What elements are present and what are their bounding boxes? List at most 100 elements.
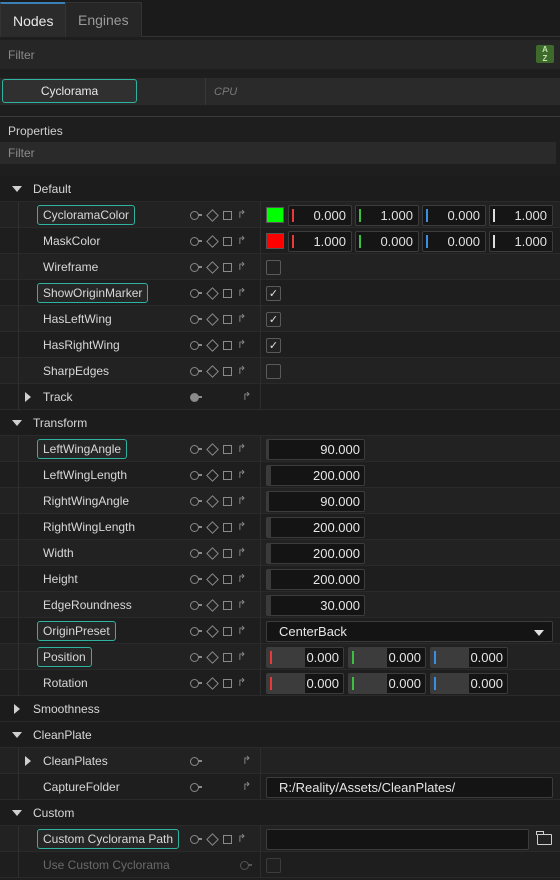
keyframe-icon[interactable] — [190, 444, 202, 454]
square-icon[interactable] — [223, 262, 232, 272]
keyframe-icon[interactable] — [190, 782, 202, 792]
position-x-field[interactable]: 0.000 — [266, 647, 344, 668]
diamond-icon[interactable] — [206, 650, 219, 664]
color-r-field[interactable]: 0.000 — [288, 205, 352, 226]
link-arrow-icon[interactable]: ↱ — [237, 495, 248, 506]
square-icon[interactable] — [223, 600, 232, 610]
group-default[interactable]: Default — [0, 176, 560, 202]
link-arrow-icon[interactable]: ↱ — [237, 287, 248, 298]
square-icon[interactable] — [223, 444, 232, 454]
height-field[interactable]: 200.000 — [266, 569, 365, 590]
link-arrow-icon[interactable]: ↱ — [242, 391, 253, 402]
square-icon[interactable] — [223, 210, 232, 220]
diamond-icon[interactable] — [206, 546, 219, 560]
right-wing-angle-field[interactable]: 90.000 — [266, 491, 365, 512]
color-a-field[interactable]: 1.000 — [489, 231, 553, 252]
link-arrow-icon[interactable]: ↱ — [237, 339, 248, 350]
link-arrow-icon[interactable]: ↱ — [242, 781, 253, 792]
group-cleanplate[interactable]: CleanPlate — [0, 722, 560, 748]
diamond-icon[interactable] — [206, 312, 219, 326]
keyframe-icon[interactable] — [190, 834, 202, 844]
link-arrow-icon[interactable]: ↱ — [237, 365, 248, 376]
diamond-icon[interactable] — [206, 286, 219, 300]
diamond-icon[interactable] — [206, 832, 219, 846]
link-arrow-icon[interactable]: ↱ — [237, 651, 248, 662]
keyframe-icon[interactable] — [190, 288, 202, 298]
position-z-field[interactable]: 0.000 — [430, 647, 508, 668]
link-arrow-icon[interactable]: ↱ — [237, 521, 248, 532]
diamond-icon[interactable] — [206, 468, 219, 482]
keyframe-icon[interactable] — [190, 626, 202, 636]
diamond-icon[interactable] — [206, 234, 219, 248]
keyframe-icon[interactable] — [190, 366, 202, 376]
link-arrow-icon[interactable]: ↱ — [237, 261, 248, 272]
diamond-icon[interactable] — [206, 598, 219, 612]
width-field[interactable]: 200.000 — [266, 543, 365, 564]
keyframe-icon[interactable] — [190, 470, 202, 480]
keyframe-icon[interactable] — [190, 548, 202, 558]
node-list-row[interactable]: Cyclorama CPU — [0, 78, 560, 105]
link-arrow-icon[interactable]: ↱ — [237, 209, 248, 220]
keyframe-icon[interactable] — [190, 210, 202, 220]
right-wing-length-field[interactable]: 200.000 — [266, 517, 365, 538]
keyframe-icon[interactable] — [190, 392, 202, 402]
keyframe-icon[interactable] — [190, 314, 202, 324]
color-g-field[interactable]: 1.000 — [355, 205, 419, 226]
expand-down-icon[interactable] — [12, 732, 22, 738]
square-icon[interactable] — [223, 236, 232, 246]
keyframe-icon[interactable] — [190, 236, 202, 246]
diamond-icon[interactable] — [206, 208, 219, 222]
node-name-chip[interactable]: Cyclorama — [2, 79, 137, 103]
keyframe-icon[interactable] — [190, 600, 202, 610]
properties-filter-input[interactable]: Filter — [0, 142, 556, 164]
link-arrow-icon[interactable]: ↱ — [237, 833, 248, 844]
diamond-icon[interactable] — [206, 494, 219, 508]
expand-down-icon[interactable] — [12, 186, 22, 192]
diamond-icon[interactable] — [206, 572, 219, 586]
keyframe-icon[interactable] — [190, 652, 202, 662]
color-b-field[interactable]: 0.000 — [422, 205, 486, 226]
tab-nodes[interactable]: Nodes — [0, 2, 67, 37]
keyframe-icon[interactable] — [190, 262, 202, 272]
keyframe-icon[interactable] — [240, 860, 252, 870]
keyframe-icon[interactable] — [190, 522, 202, 532]
group-smoothness[interactable]: Smoothness — [0, 696, 560, 722]
link-arrow-icon[interactable]: ↱ — [237, 469, 248, 480]
diamond-icon[interactable] — [206, 624, 219, 638]
tab-engines[interactable]: Engines — [65, 2, 142, 37]
node-filter-input[interactable]: Filter AZ — [0, 40, 560, 69]
square-icon[interactable] — [223, 652, 232, 662]
custom-cyclorama-path-input[interactable] — [266, 829, 529, 850]
square-icon[interactable] — [223, 314, 232, 324]
keyframe-icon[interactable] — [190, 678, 202, 688]
expand-right-icon[interactable] — [25, 392, 31, 402]
link-arrow-icon[interactable]: ↱ — [242, 755, 253, 766]
diamond-icon[interactable] — [206, 364, 219, 378]
color-b-field[interactable]: 0.000 — [422, 231, 486, 252]
keyframe-icon[interactable] — [190, 574, 202, 584]
use-custom-cyclorama-checkbox[interactable] — [266, 858, 281, 873]
folder-icon[interactable] — [536, 831, 552, 845]
left-wing-length-field[interactable]: 200.000 — [266, 465, 365, 486]
square-icon[interactable] — [223, 834, 232, 844]
color-g-field[interactable]: 0.000 — [355, 231, 419, 252]
diamond-icon[interactable] — [206, 520, 219, 534]
square-icon[interactable] — [223, 340, 232, 350]
keyframe-icon[interactable] — [190, 496, 202, 506]
expand-right-icon[interactable] — [25, 756, 31, 766]
diamond-icon[interactable] — [206, 442, 219, 456]
subgroup-cleanplates[interactable]: CleanPlates ↱ — [0, 748, 560, 774]
color-a-field[interactable]: 1.000 — [489, 205, 553, 226]
square-icon[interactable] — [223, 626, 232, 636]
link-arrow-icon[interactable]: ↱ — [237, 573, 248, 584]
sort-az-icon[interactable]: AZ — [536, 45, 554, 63]
square-icon[interactable] — [223, 288, 232, 298]
square-icon[interactable] — [223, 366, 232, 376]
sharp-edges-checkbox[interactable] — [266, 364, 281, 379]
link-arrow-icon[interactable]: ↱ — [237, 677, 248, 688]
capture-folder-input[interactable]: R:/Reality/Assets/CleanPlates/ — [266, 777, 553, 798]
has-left-wing-checkbox[interactable]: ✓ — [266, 312, 281, 327]
keyframe-icon[interactable] — [190, 756, 202, 766]
show-origin-marker-checkbox[interactable]: ✓ — [266, 286, 281, 301]
link-arrow-icon[interactable]: ↱ — [237, 599, 248, 610]
